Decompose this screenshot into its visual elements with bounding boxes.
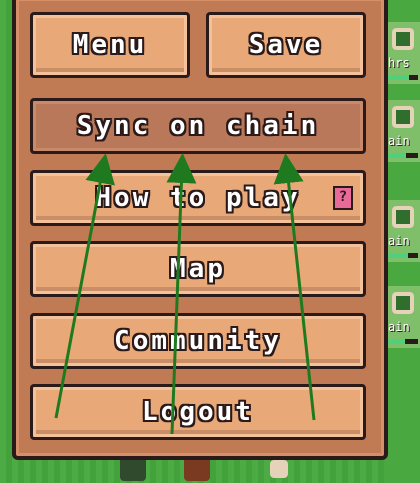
side-card-text: ain [388, 320, 410, 334]
logout-button-label: Logout [142, 397, 254, 427]
sync-on-chain-button-label: Sync on chain [76, 111, 320, 141]
map-button-label: Map [170, 254, 226, 284]
save-button[interactable]: Save [206, 12, 366, 78]
health-bar [388, 75, 418, 80]
character-portrait [392, 28, 414, 50]
main-menu-panel: Menu Save Sync on chain How to play ? Ma… [12, 0, 388, 460]
menu-button-label: Menu [72, 30, 148, 60]
question-mark-icon: ? [333, 186, 353, 210]
sync-on-chain-button[interactable]: Sync on chain [30, 98, 366, 154]
side-card-1[interactable]: hrs [384, 22, 420, 84]
map-button[interactable]: Map [30, 241, 366, 297]
community-button-label: Community [114, 326, 282, 356]
health-bar [388, 253, 418, 258]
side-card-2[interactable]: ain [384, 100, 420, 162]
how-to-play-button[interactable]: How to play ? [30, 170, 366, 226]
side-card-text: ain [388, 234, 410, 248]
character-portrait [392, 292, 414, 314]
logout-button[interactable]: Logout [30, 384, 366, 440]
side-card-text: ain [388, 134, 410, 148]
health-bar [388, 153, 418, 158]
health-bar [388, 339, 418, 344]
community-button[interactable]: Community [30, 313, 366, 369]
character-portrait [392, 106, 414, 128]
side-card-4[interactable]: ain [384, 286, 420, 348]
side-card-3[interactable]: ain [384, 200, 420, 262]
save-button-label: Save [248, 30, 324, 60]
character-portrait [392, 206, 414, 228]
menu-button[interactable]: Menu [30, 12, 190, 78]
item-sprite-icon [270, 460, 288, 478]
side-card-text: hrs [388, 56, 410, 70]
how-to-play-button-label: How to play [95, 183, 301, 213]
